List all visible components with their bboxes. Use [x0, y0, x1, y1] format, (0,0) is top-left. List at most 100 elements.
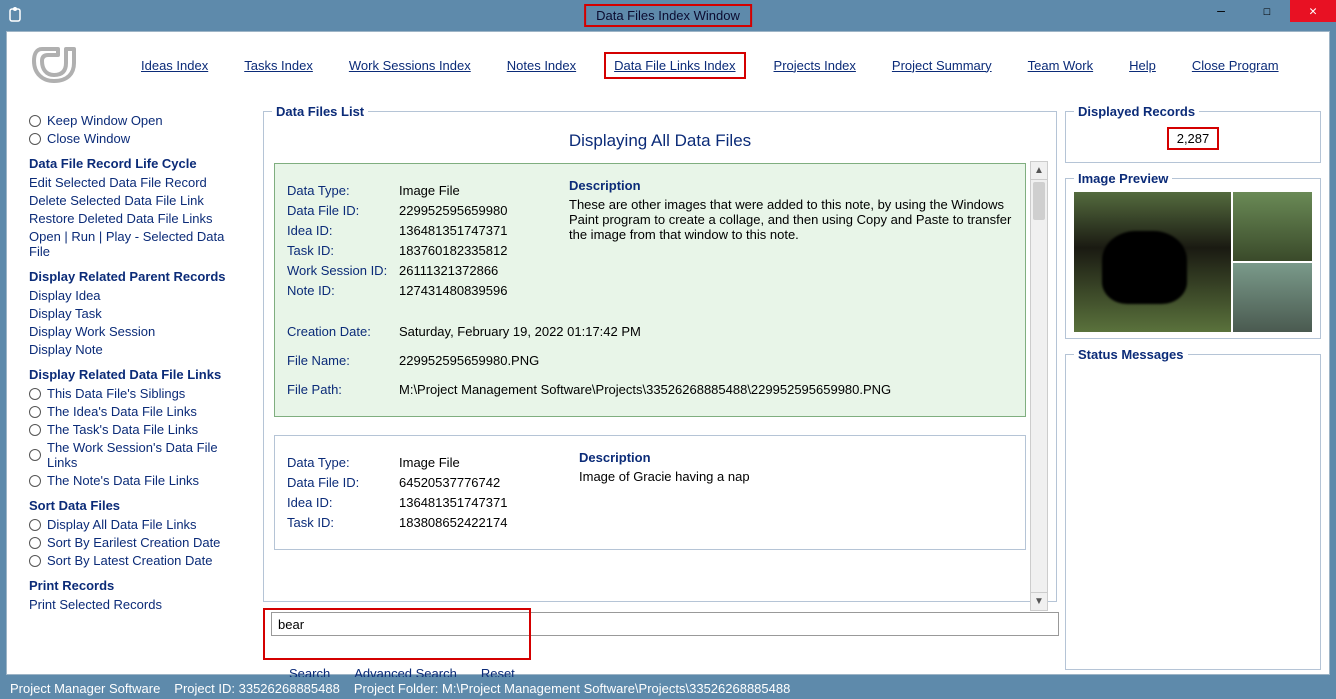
value-idea-id: 136481351747371 — [399, 223, 563, 238]
section-sort: Sort Data Files — [29, 498, 245, 513]
label-work-session-id: Work Session ID: — [287, 263, 399, 278]
image-preview — [1074, 192, 1312, 332]
radio-siblings[interactable]: This Data File's Siblings — [29, 386, 245, 401]
label-creation-date: Creation Date: — [287, 324, 399, 339]
menu-projects-index[interactable]: Projects Index — [774, 58, 856, 73]
value-creation-date: Saturday, February 19, 2022 01:17:42 PM — [399, 324, 1013, 339]
label: Close Window — [47, 131, 130, 146]
sidebar: Keep Window Open Close Window Data File … — [7, 98, 255, 674]
label: The Idea's Data File Links — [47, 404, 197, 419]
preview-thumb-1 — [1233, 192, 1312, 261]
description-heading: Description — [569, 178, 1013, 193]
menu-close-program[interactable]: Close Program — [1192, 58, 1279, 73]
radio-display-all[interactable]: Display All Data File Links — [29, 517, 245, 532]
radio-close-window[interactable]: Close Window — [29, 131, 245, 146]
label-task-id: Task ID: — [287, 243, 399, 258]
search-area: Search Advanced Search Reset — [263, 608, 1057, 666]
app-icon — [0, 0, 30, 30]
value-task-id: 183760182335812 — [399, 243, 563, 258]
menu-project-summary[interactable]: Project Summary — [892, 58, 992, 73]
menu-tasks-index[interactable]: Tasks Index — [244, 58, 313, 73]
link-restore-links[interactable]: Restore Deleted Data File Links — [29, 211, 245, 226]
scrollbar[interactable]: ▲ ▼ — [1030, 161, 1048, 611]
app-frame: Ideas Index Tasks Index Work Sessions In… — [6, 31, 1330, 675]
image-preview-legend: Image Preview — [1074, 171, 1172, 186]
displayed-records-legend: Displayed Records — [1074, 104, 1199, 119]
radio-note-links[interactable]: The Note's Data File Links — [29, 473, 245, 488]
label-task-id: Task ID: — [287, 515, 399, 530]
status-messages-body — [1074, 368, 1312, 663]
data-files-list-group: Data Files List Displaying All Data File… — [263, 104, 1057, 602]
link-display-task[interactable]: Display Task — [29, 306, 245, 321]
label: The Note's Data File Links — [47, 473, 199, 488]
value-data-type: Image File — [399, 455, 563, 470]
section-lifecycle: Data File Record Life Cycle — [29, 156, 245, 171]
logo-icon — [25, 40, 85, 90]
menu-data-file-links-index[interactable]: Data File Links Index — [614, 58, 735, 73]
status-app-name: Project Manager Software — [10, 681, 160, 696]
value-note-id: 127431480839596 — [399, 283, 563, 298]
link-edit-record[interactable]: Edit Selected Data File Record — [29, 175, 245, 190]
displayed-records-count: 2,287 — [1167, 127, 1220, 150]
data-file-record[interactable]: Data Type:Image File Data File ID:229952… — [274, 163, 1026, 417]
titlebar: Data Files Index Window — ☐ ✕ — [0, 0, 1336, 30]
minimize-button[interactable]: — — [1198, 0, 1244, 22]
label: Display All Data File Links — [47, 517, 197, 532]
section-parent: Display Related Parent Records — [29, 269, 245, 284]
menu-ideas-index[interactable]: Ideas Index — [141, 58, 208, 73]
value-file-path: M:\Project Management Software\Projects\… — [399, 382, 1013, 397]
label: Keep Window Open — [47, 113, 163, 128]
label: The Task's Data File Links — [47, 422, 198, 437]
data-file-record[interactable]: Data Type:Image File Data File ID:645205… — [274, 435, 1026, 550]
center-column: Data Files List Displaying All Data File… — [255, 98, 1061, 674]
menu-work-sessions-index[interactable]: Work Sessions Index — [349, 58, 471, 73]
window-title: Data Files Index Window — [584, 4, 752, 27]
image-preview-group: Image Preview — [1065, 171, 1321, 339]
menu-notes-index[interactable]: Notes Index — [507, 58, 576, 73]
link-display-idea[interactable]: Display Idea — [29, 288, 245, 303]
value-work-session-id: 26111321372866 — [399, 263, 563, 278]
value-file-name: 229952595659980.PNG — [399, 353, 1013, 368]
scroll-up-icon[interactable]: ▲ — [1031, 162, 1047, 180]
radio-work-session-links[interactable]: The Work Session's Data File Links — [29, 440, 245, 470]
close-button[interactable]: ✕ — [1290, 0, 1336, 22]
value-data-file-id: 229952595659980 — [399, 203, 563, 218]
description-text: Image of Gracie having a nap — [579, 469, 1013, 484]
label: The Work Session's Data File Links — [47, 440, 245, 470]
label: Sort By Earilest Creation Date — [47, 535, 220, 550]
label-data-type: Data Type: — [287, 183, 399, 198]
radio-sort-latest[interactable]: Sort By Latest Creation Date — [29, 553, 245, 568]
radio-task-links[interactable]: The Task's Data File Links — [29, 422, 245, 437]
link-display-work-session[interactable]: Display Work Session — [29, 324, 245, 339]
value-idea-id: 136481351747371 — [399, 495, 563, 510]
right-column: Displayed Records 2,287 Image Preview St… — [1061, 98, 1329, 674]
link-print-selected[interactable]: Print Selected Records — [29, 597, 245, 612]
value-data-file-id: 64520537776742 — [399, 475, 563, 490]
radio-keep-window-open[interactable]: Keep Window Open — [29, 113, 245, 128]
menu-help[interactable]: Help — [1129, 58, 1156, 73]
search-input[interactable] — [271, 612, 1059, 636]
label-idea-id: Idea ID: — [287, 495, 399, 510]
label-file-path: File Path: — [287, 382, 399, 397]
radio-idea-links[interactable]: The Idea's Data File Links — [29, 404, 245, 419]
value-task-id: 183808652422174 — [399, 515, 563, 530]
records-scroll-area: ▲ ▼ Data Type:Image File Data File ID:22… — [272, 161, 1048, 611]
description-heading: Description — [579, 450, 1013, 465]
label-data-file-id: Data File ID: — [287, 475, 399, 490]
preview-main-image — [1074, 192, 1231, 332]
section-related-links: Display Related Data File Links — [29, 367, 245, 382]
status-messages-group: Status Messages — [1065, 347, 1321, 670]
link-delete-link[interactable]: Delete Selected Data File Link — [29, 193, 245, 208]
link-display-note[interactable]: Display Note — [29, 342, 245, 357]
menu-team-work[interactable]: Team Work — [1028, 58, 1094, 73]
label-data-type: Data Type: — [287, 455, 399, 470]
link-open-run-play[interactable]: Open | Run | Play - Selected Data File — [29, 229, 245, 259]
radio-sort-earliest[interactable]: Sort By Earilest Creation Date — [29, 535, 245, 550]
value-data-type: Image File — [399, 183, 563, 198]
status-project-folder-label: Project Folder: — [354, 681, 439, 696]
maximize-button[interactable]: ☐ — [1244, 0, 1290, 22]
label: This Data File's Siblings — [47, 386, 185, 401]
statusbar: Project Manager Software Project ID: 335… — [0, 677, 1336, 699]
scroll-thumb[interactable] — [1033, 182, 1045, 220]
status-project-id-label: Project ID: — [174, 681, 235, 696]
